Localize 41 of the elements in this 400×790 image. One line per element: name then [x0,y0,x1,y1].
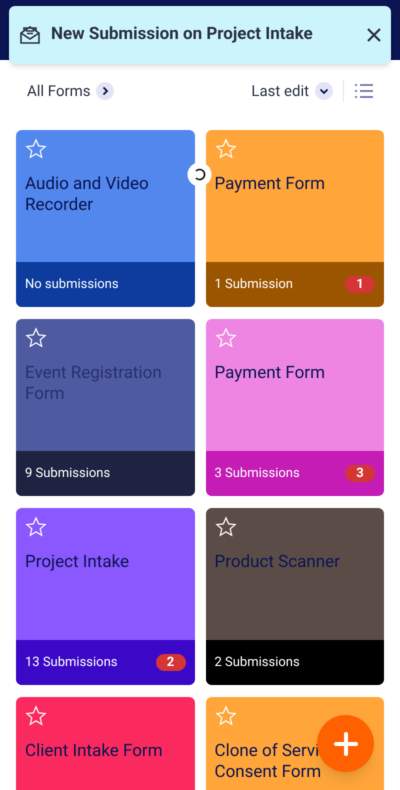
plus-icon [334,732,358,756]
form-card[interactable]: Project Intake 13 Submissions 2 [16,508,194,685]
form-title: Client Intake Form [25,741,163,762]
sort-dropdown[interactable]: Last edit [251,80,333,102]
form-card[interactable]: Payment Form 3 Submissions 3 [206,319,384,496]
star-icon[interactable] [214,516,236,538]
star-icon[interactable] [214,327,236,349]
star-icon[interactable] [214,705,236,727]
notification-title: New Submission on Project Intake [51,23,314,46]
form-card[interactable]: Client Intake Form [16,697,194,790]
envelope-icon [19,25,41,45]
star-icon[interactable] [25,705,47,727]
star-icon[interactable] [25,327,47,349]
submission-count: 3 Submissions [214,464,300,483]
submission-count: 13 Submissions [25,654,118,672]
star-icon[interactable] [25,516,47,538]
loading-spinner-icon [187,162,212,187]
new-submissions-badge: 3 [345,465,375,482]
submission-count: 9 Submissions [25,464,110,483]
star-icon[interactable] [214,138,236,160]
form-title: Payment Form [214,174,325,195]
close-icon[interactable] [367,28,381,42]
form-card[interactable]: Product Scanner 2 Submissions [206,508,384,685]
folder-selector[interactable]: All Forms [27,80,114,102]
submission-count: 1 Submission [214,276,293,294]
form-card[interactable]: Payment Form 1 Submission 1 [206,130,384,307]
form-title: Project Intake [25,552,130,573]
submission-count: 2 Submissions [214,654,300,672]
form-title: Audio and Video Recorder [25,174,150,216]
chevron-down-icon [315,82,333,100]
form-card[interactable]: Audio and Video Recorder No submissions [16,130,194,307]
star-icon[interactable] [25,138,47,160]
new-submissions-badge: 1 [345,276,375,293]
form-title: Payment Form [214,363,325,384]
new-submissions-badge: 2 [156,654,186,671]
chevron-right-icon [96,82,114,100]
form-title: Clone of Servi Consent Form [214,741,322,783]
submission-count: No submissions [25,276,119,294]
notification-banner[interactable]: New Submission on Project Intake [9,6,391,64]
list-view-icon[interactable] [354,83,374,99]
form-title: Product Scanner [214,552,340,573]
